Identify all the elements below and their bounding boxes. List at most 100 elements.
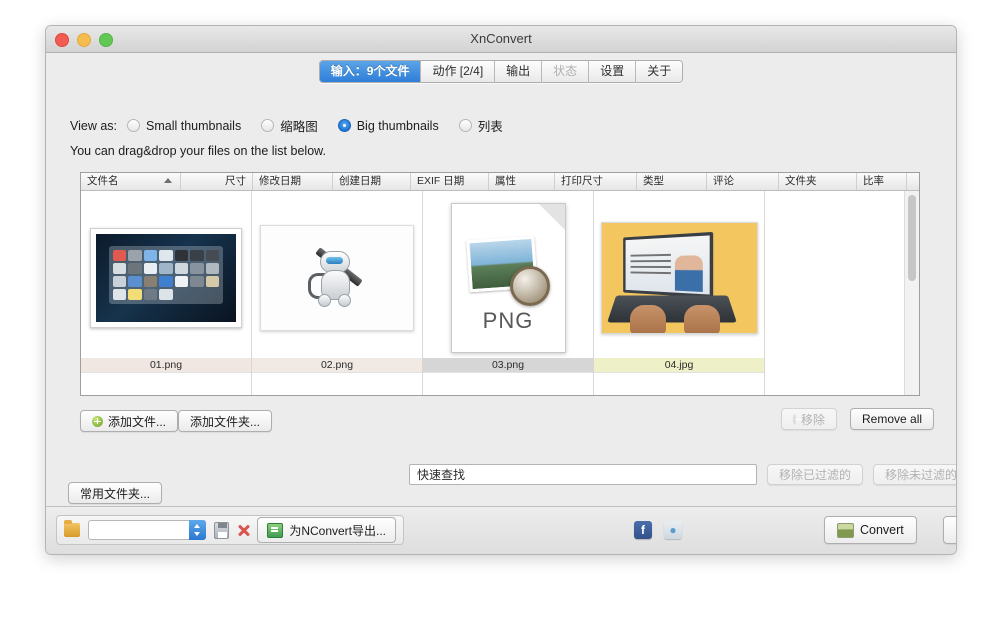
file-name: 03.png bbox=[423, 358, 593, 373]
robot-icon bbox=[306, 247, 368, 309]
input-panel: View as: Small thumbnails 缩略图 Big thumbn… bbox=[46, 88, 956, 554]
column-header-print-size[interactable]: 打印尺寸 bbox=[555, 173, 637, 190]
column-header-type[interactable]: 类型 bbox=[637, 173, 707, 190]
export-nconvert-button[interactable]: 为NConvert导出... bbox=[257, 517, 396, 543]
tabbar-container: 输入：9个文件 动作 [2/4] 输出 状态 设置 关于 bbox=[46, 53, 956, 89]
twitter-icon[interactable]: ● bbox=[664, 521, 682, 539]
remove-filtered-button: 移除已过滤的 bbox=[767, 464, 863, 485]
radio-label: 列表 bbox=[478, 116, 503, 135]
convert-icon bbox=[837, 523, 854, 538]
column-header-size[interactable]: 尺寸 bbox=[181, 173, 253, 190]
file-list-header: 文件名 尺寸 修改日期 创建日期 EXIF 日期 属性 打印尺寸 类型 评论 文… bbox=[81, 173, 919, 191]
remove-label: 移除 bbox=[801, 411, 825, 428]
tab-about[interactable]: 关于 bbox=[636, 61, 682, 82]
thumbnail-automator-robot bbox=[252, 195, 422, 360]
radio-label: 缩略图 bbox=[280, 116, 318, 135]
export-group: 为NConvert导出... bbox=[56, 515, 404, 545]
dragdrop-hint: You can drag&drop your files on the list… bbox=[70, 144, 326, 158]
list-item[interactable]: 01.png bbox=[81, 191, 252, 396]
list-item[interactable]: 02.png bbox=[252, 191, 423, 396]
empty-list-area[interactable] bbox=[765, 191, 919, 396]
convert-label: Convert bbox=[860, 523, 904, 537]
radio-icon bbox=[261, 119, 274, 132]
radio-icon bbox=[459, 119, 472, 132]
screen: XnConvert 输入：9个文件 动作 [2/4] 输出 状态 设置 关于 V… bbox=[0, 0, 1000, 618]
minimize-window-icon[interactable] bbox=[77, 33, 91, 47]
favorite-folders-button[interactable]: 常用文件夹... bbox=[68, 482, 162, 504]
traffic-lights bbox=[55, 33, 113, 47]
list-vertical-scrollbar[interactable] bbox=[904, 191, 919, 396]
close-button[interactable]: 关闭 bbox=[943, 516, 957, 544]
remove-button: 移除 bbox=[781, 408, 837, 430]
chevron-updown-icon[interactable] bbox=[189, 520, 206, 540]
view-as-row: View as: Small thumbnails 缩略图 Big thumbn… bbox=[70, 116, 523, 135]
thumbnail-png-document: PNG bbox=[423, 191, 593, 365]
column-header-folder[interactable]: 文件夹 bbox=[779, 173, 857, 190]
convert-button[interactable]: Convert bbox=[824, 516, 917, 544]
view-as-label: View as: bbox=[70, 119, 117, 133]
facebook-icon[interactable]: f bbox=[634, 521, 652, 539]
scrollbar-thumb[interactable] bbox=[908, 195, 916, 281]
tab-input[interactable]: 输入：9个文件 bbox=[320, 61, 422, 82]
magnifier-icon bbox=[510, 266, 550, 306]
file-name: 02.png bbox=[252, 358, 422, 373]
save-icon[interactable] bbox=[214, 522, 229, 539]
radio-icon bbox=[127, 119, 140, 132]
tabbar: 输入：9个文件 动作 [2/4] 输出 状态 设置 关于 bbox=[319, 60, 683, 83]
file-list[interactable]: 文件名 尺寸 修改日期 创建日期 EXIF 日期 属性 打印尺寸 类型 评论 文… bbox=[80, 172, 920, 396]
column-header-comment[interactable]: 评论 bbox=[707, 173, 779, 190]
delete-icon[interactable] bbox=[237, 523, 249, 537]
export-icon bbox=[267, 523, 283, 538]
cell-footer bbox=[81, 372, 251, 396]
file-name: 04.jpg bbox=[594, 358, 764, 373]
list-item[interactable]: 04.jpg bbox=[594, 191, 765, 396]
column-header-ratio[interactable]: 比率 bbox=[857, 173, 907, 190]
zoom-window-icon[interactable] bbox=[99, 33, 113, 47]
close-window-icon[interactable] bbox=[55, 33, 69, 47]
add-files-button[interactable]: 添加文件... bbox=[80, 410, 178, 432]
preset-combobox[interactable] bbox=[88, 520, 206, 540]
cell-footer bbox=[252, 372, 422, 396]
export-nconvert-label: 为NConvert导出... bbox=[289, 522, 386, 539]
add-folder-label: 添加文件夹... bbox=[190, 413, 260, 430]
thumbnail-desktop-screenshot bbox=[81, 195, 251, 360]
page-fold-icon bbox=[539, 204, 565, 230]
sort-ascending-icon bbox=[164, 178, 172, 183]
add-folder-button[interactable]: 添加文件夹... bbox=[178, 410, 272, 432]
bottom-toolbar: 为NConvert导出... f ● Convert 关闭 bbox=[46, 506, 956, 554]
cell-footer bbox=[594, 372, 764, 396]
column-header-filename[interactable]: 文件名 bbox=[81, 173, 181, 190]
tab-status: 状态 bbox=[542, 61, 589, 82]
add-files-label: 添加文件... bbox=[108, 413, 166, 430]
radio-big-thumbnails[interactable]: Big thumbnails bbox=[338, 119, 439, 133]
window-title: XnConvert bbox=[46, 26, 956, 52]
tab-output[interactable]: 输出 bbox=[495, 61, 542, 82]
search-row: 移除已过滤的 移除未过滤的 bbox=[409, 464, 957, 485]
folder-icon[interactable] bbox=[64, 523, 80, 537]
column-header-exif-date[interactable]: EXIF 日期 bbox=[411, 173, 489, 190]
list-item[interactable]: PNG 03.png bbox=[423, 191, 594, 396]
remove-all-label: Remove all bbox=[862, 412, 922, 426]
png-label: PNG bbox=[452, 308, 565, 334]
search-input[interactable] bbox=[409, 464, 757, 485]
radio-label: Big thumbnails bbox=[357, 119, 439, 133]
thumbnail-laptop-typing bbox=[594, 195, 764, 360]
file-name: 01.png bbox=[81, 358, 251, 373]
column-header-modified-date[interactable]: 修改日期 bbox=[253, 173, 333, 190]
tab-actions[interactable]: 动作 [2/4] bbox=[421, 61, 495, 82]
remove-unfiltered-button: 移除未过滤的 bbox=[873, 464, 957, 485]
plus-icon bbox=[92, 416, 103, 427]
radio-list[interactable]: 列表 bbox=[459, 116, 503, 135]
radio-thumbnails[interactable]: 缩略图 bbox=[261, 116, 318, 135]
radio-label: Small thumbnails bbox=[146, 119, 241, 133]
tab-settings[interactable]: 设置 bbox=[589, 61, 636, 82]
column-header-created-date[interactable]: 创建日期 bbox=[333, 173, 411, 190]
cell-footer bbox=[423, 372, 593, 396]
column-header-attributes[interactable]: 属性 bbox=[489, 173, 555, 190]
minus-icon bbox=[793, 414, 796, 425]
window-titlebar: XnConvert bbox=[46, 26, 956, 53]
thumbnail-grid: 01.png bbox=[81, 191, 919, 396]
remove-all-button[interactable]: Remove all bbox=[850, 408, 934, 430]
radio-small-thumbnails[interactable]: Small thumbnails bbox=[127, 119, 241, 133]
radio-icon-selected bbox=[338, 119, 351, 132]
